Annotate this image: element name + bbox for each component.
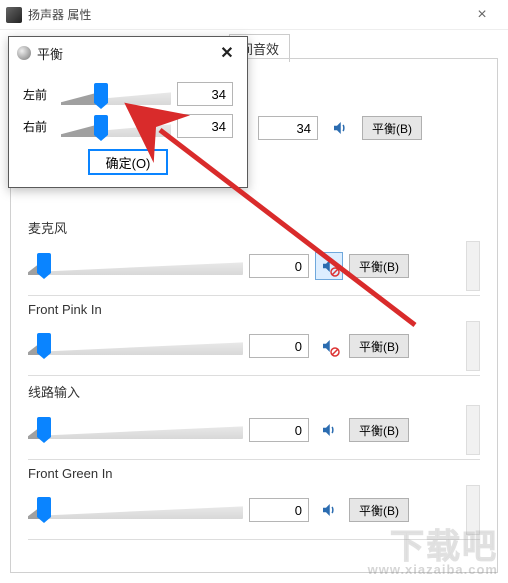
balance-value-right[interactable] bbox=[177, 114, 233, 138]
channel-microphone: 麦克风 平衡(B) bbox=[28, 218, 480, 296]
window-close-button[interactable]: × bbox=[462, 6, 502, 24]
balance-button[interactable]: 平衡(B) bbox=[349, 334, 409, 358]
volume-value-input[interactable] bbox=[249, 254, 309, 278]
mute-button[interactable] bbox=[315, 332, 343, 360]
volume-slider[interactable] bbox=[28, 495, 243, 525]
speaker-icon bbox=[320, 501, 338, 519]
main-balance-button[interactable]: 平衡(B) bbox=[362, 116, 422, 140]
volume-value-input[interactable] bbox=[249, 498, 309, 522]
window-titlebar: 扬声器 属性 × bbox=[0, 0, 508, 30]
balance-row-label: 左前 bbox=[23, 86, 55, 103]
window-title: 扬声器 属性 bbox=[28, 6, 462, 23]
channel-name: 麦克风 bbox=[28, 218, 480, 237]
volume-slider[interactable] bbox=[28, 415, 243, 445]
balance-button[interactable]: 平衡(B) bbox=[349, 254, 409, 278]
balance-row-left: 左前 bbox=[23, 81, 233, 107]
balance-row-label: 右前 bbox=[23, 118, 55, 135]
app-icon bbox=[6, 7, 22, 23]
balance-slider-left[interactable] bbox=[61, 81, 171, 107]
main-level-row: 平衡(B) bbox=[258, 114, 422, 142]
balance-button[interactable]: 平衡(B) bbox=[349, 418, 409, 442]
main-value-input[interactable] bbox=[258, 116, 318, 140]
main-mute-button[interactable] bbox=[326, 114, 354, 142]
balance-dialog: 平衡 ✕ 左前 右前 确定(O) bbox=[8, 36, 248, 188]
balance-row-right: 右前 bbox=[23, 113, 233, 139]
muted-icon bbox=[330, 347, 340, 357]
speaker-icon bbox=[320, 421, 338, 439]
dialog-titlebar: 平衡 ✕ bbox=[9, 37, 247, 69]
volume-value-input[interactable] bbox=[249, 418, 309, 442]
volume-slider[interactable] bbox=[28, 251, 243, 281]
channel-list: 麦克风 平衡(B) Front Pink In 平衡(B) bbox=[28, 218, 480, 563]
channel-line-in: 线路输入 平衡(B) bbox=[28, 382, 480, 460]
scrollbar[interactable] bbox=[466, 405, 480, 455]
balance-slider-right[interactable] bbox=[61, 113, 171, 139]
balance-icon bbox=[17, 46, 31, 60]
volume-value-input[interactable] bbox=[249, 334, 309, 358]
channel-name: Front Pink In bbox=[28, 302, 480, 317]
watermark: 下载吧 www.xiazaiba.com bbox=[368, 519, 498, 577]
dialog-ok-button[interactable]: 确定(O) bbox=[88, 149, 168, 175]
mute-button[interactable] bbox=[315, 416, 343, 444]
channel-name: 线路输入 bbox=[28, 382, 480, 401]
mute-button[interactable] bbox=[315, 252, 343, 280]
scrollbar[interactable] bbox=[466, 321, 480, 371]
dialog-title: 平衡 bbox=[37, 44, 215, 63]
speaker-icon bbox=[331, 119, 349, 137]
channel-name: Front Green In bbox=[28, 466, 480, 481]
dialog-close-button[interactable]: ✕ bbox=[215, 43, 239, 63]
scrollbar[interactable] bbox=[466, 241, 480, 291]
channel-front-pink-in: Front Pink In 平衡(B) bbox=[28, 302, 480, 376]
volume-slider[interactable] bbox=[28, 331, 243, 361]
mute-button[interactable] bbox=[315, 496, 343, 524]
muted-icon bbox=[330, 267, 340, 277]
balance-value-left[interactable] bbox=[177, 82, 233, 106]
